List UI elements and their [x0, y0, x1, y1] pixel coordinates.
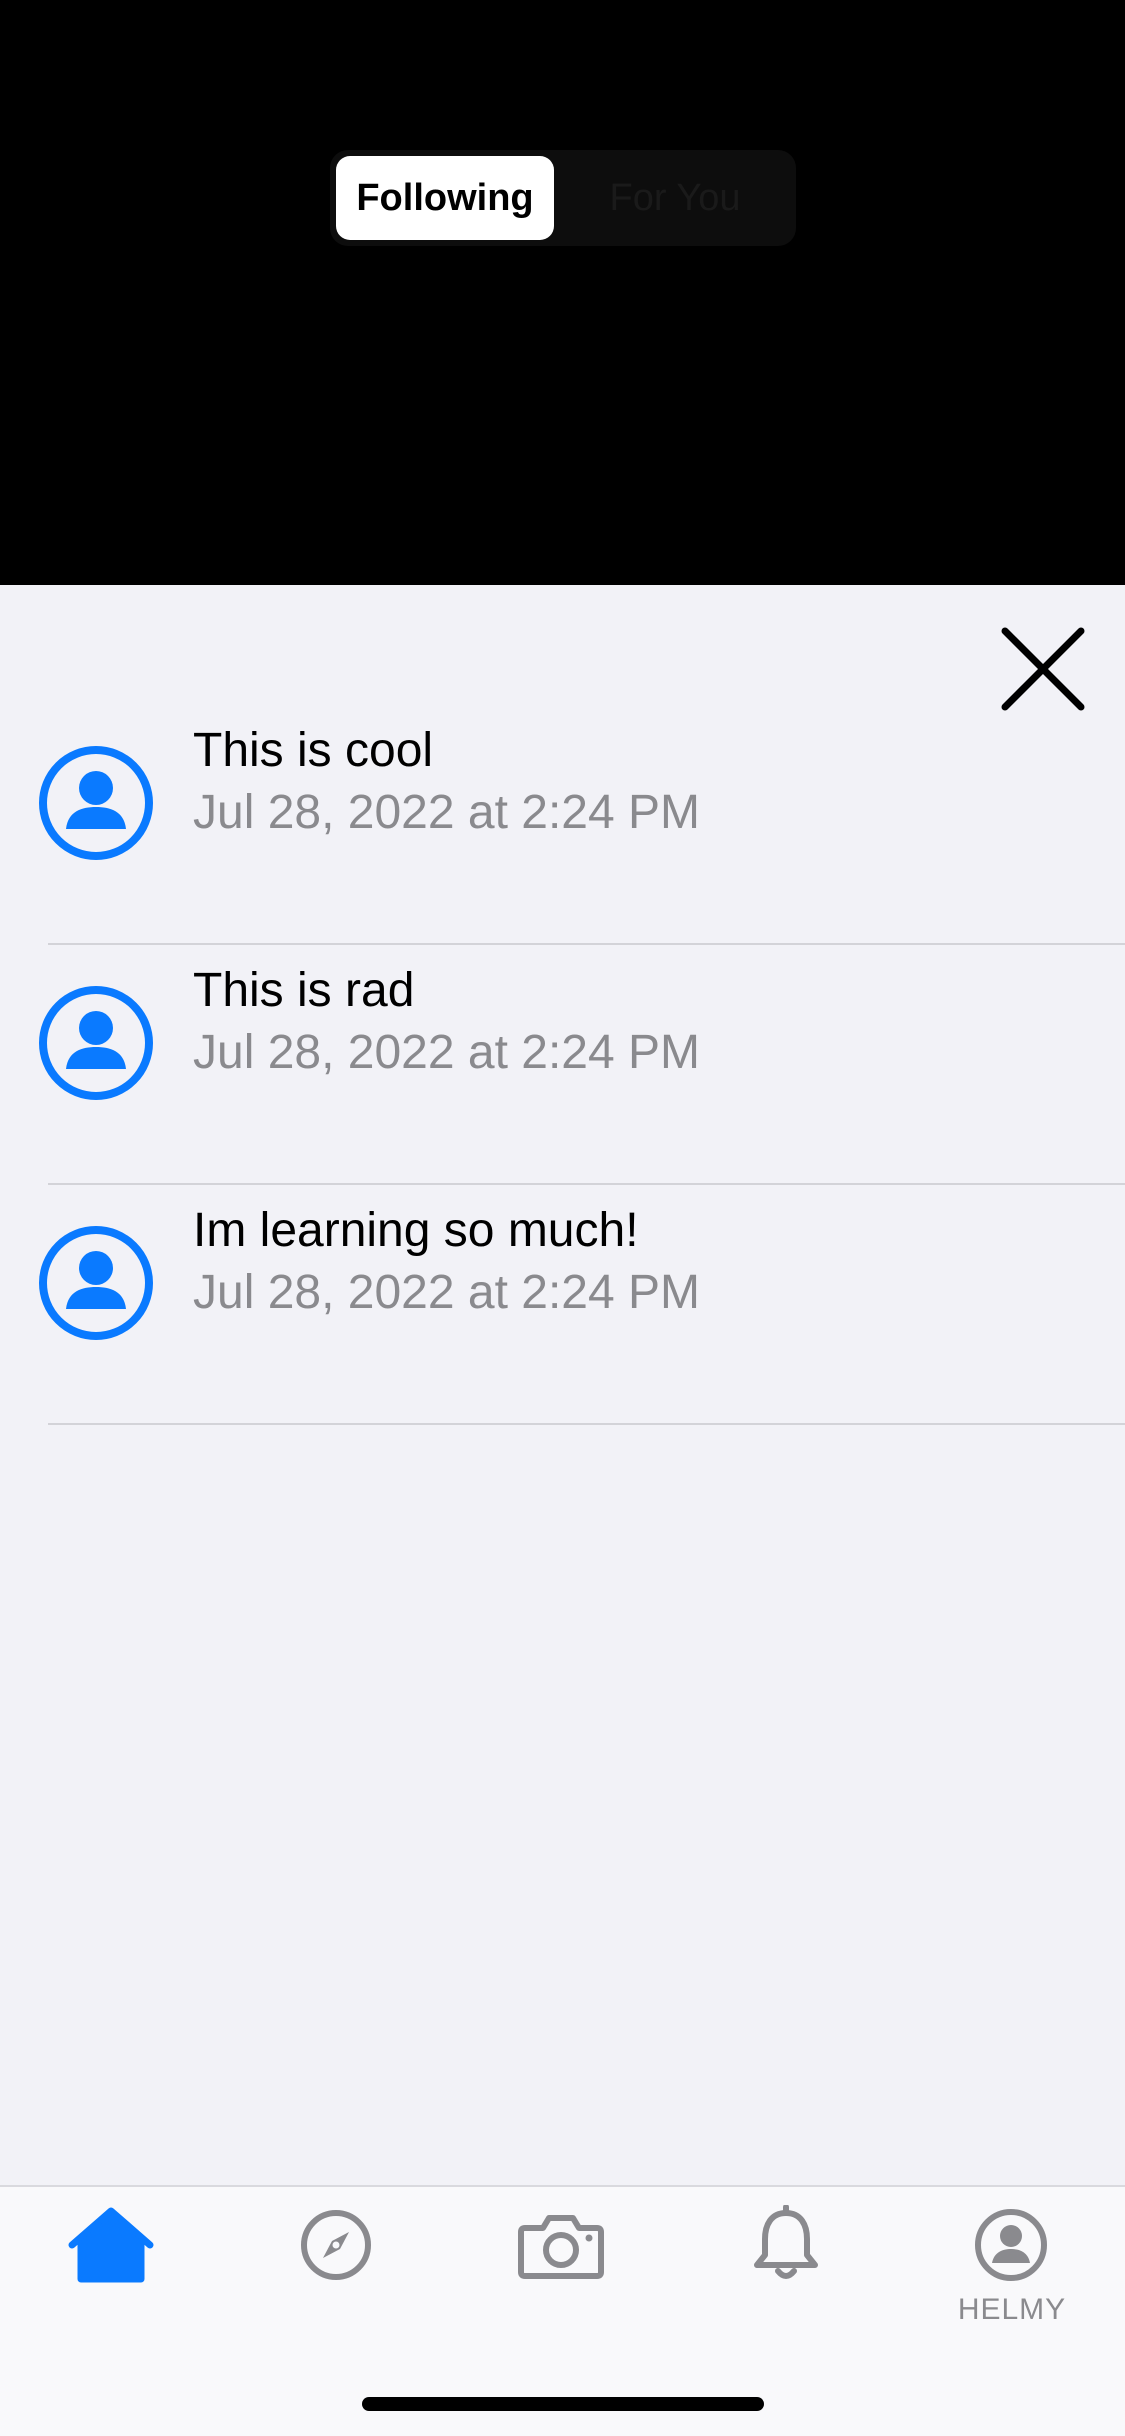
list-item[interactable]: This is cool Jul 28, 2022 at 2:24 PM: [0, 705, 1125, 945]
comment-text: Im learning so much!: [193, 1204, 639, 1257]
video-area: Following For You: [0, 0, 1125, 585]
tab-explore[interactable]: [276, 2185, 396, 2305]
close-icon: [1001, 627, 1085, 711]
tab-following[interactable]: Following: [336, 156, 554, 240]
profile-icon: [975, 2209, 1047, 2281]
home-icon: [68, 2207, 154, 2283]
comment-timestamp: Jul 28, 2022 at 2:24 PM: [193, 1266, 700, 1319]
list-item[interactable]: Im learning so much! Jul 28, 2022 at 2:2…: [0, 1185, 1125, 1425]
avatar-icon: [39, 1226, 153, 1340]
divider: [48, 1423, 1125, 1425]
list-item[interactable]: This is rad Jul 28, 2022 at 2:24 PM: [0, 945, 1125, 1185]
comment-timestamp: Jul 28, 2022 at 2:24 PM: [193, 786, 700, 839]
comments-sheet: This is cool Jul 28, 2022 at 2:24 PM Thi…: [0, 585, 1125, 2185]
compass-icon: [301, 2210, 371, 2280]
comment-text: This is cool: [193, 724, 434, 777]
home-indicator: [362, 2397, 764, 2411]
tab-camera[interactable]: [501, 2185, 621, 2305]
comment-text: This is rad: [193, 964, 415, 1017]
close-button[interactable]: [999, 625, 1087, 713]
avatar-icon: [39, 746, 153, 860]
comment-list: This is cool Jul 28, 2022 at 2:24 PM Thi…: [0, 705, 1125, 1425]
tab-notifications[interactable]: [726, 2185, 846, 2305]
tab-profile[interactable]: [951, 2185, 1071, 2305]
tab-profile-label: HELMY: [957, 2293, 1067, 2326]
tab-home[interactable]: [51, 2185, 171, 2305]
camera-icon: [518, 2215, 604, 2279]
avatar-icon: [39, 986, 153, 1100]
feed-segmented-control: Following For You: [330, 150, 796, 246]
bell-icon: [754, 2205, 818, 2279]
comment-timestamp: Jul 28, 2022 at 2:24 PM: [193, 1026, 700, 1079]
tab-for-you[interactable]: For You: [566, 156, 784, 240]
